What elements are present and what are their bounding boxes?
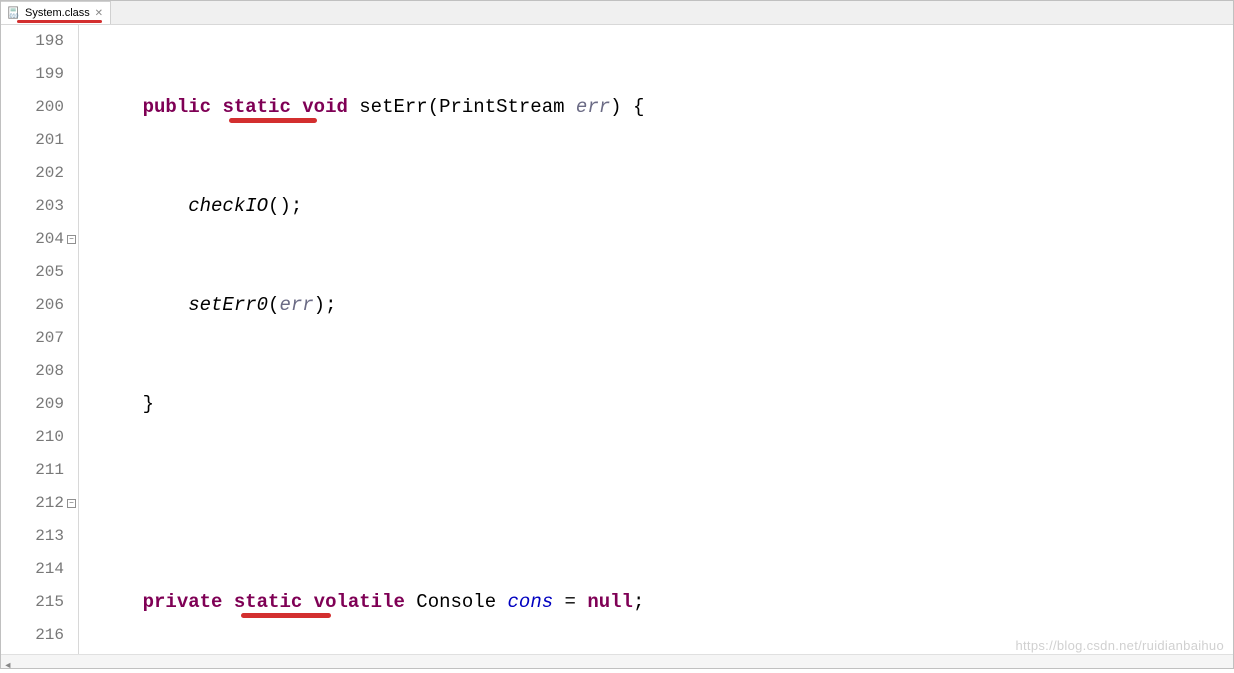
line-number-gutter: 198 199 200 201 202 203 204− 205 206 207…	[1, 25, 79, 654]
svg-text:010: 010	[10, 13, 19, 19]
class-file-icon: 010	[7, 6, 21, 20]
horizontal-scrollbar[interactable]: ◄	[1, 654, 1233, 668]
line-number: 204−	[1, 223, 64, 256]
line-number: 200	[1, 91, 64, 124]
line-number: 216	[1, 619, 64, 652]
code-line: private static volatile Console cons = n…	[97, 586, 1233, 619]
line-number: 209	[1, 388, 64, 421]
line-number: 210	[1, 421, 64, 454]
code-line: }	[97, 388, 1233, 421]
tab-filename: System.class	[25, 7, 90, 19]
code-editor[interactable]: 198 199 200 201 202 203 204− 205 206 207…	[1, 25, 1233, 654]
code-line: public static void setErr(PrintStream er…	[97, 91, 1233, 124]
fold-toggle-icon[interactable]: −	[67, 499, 76, 508]
line-number: 208	[1, 355, 64, 388]
annotation-underline-tab	[17, 20, 102, 23]
annotation-underline	[229, 118, 317, 123]
line-number: 205	[1, 256, 64, 289]
line-number: 198	[1, 25, 64, 58]
fold-toggle-icon[interactable]: −	[67, 235, 76, 244]
line-number: 199	[1, 58, 64, 91]
line-number: 202	[1, 157, 64, 190]
annotation-underline	[241, 613, 331, 618]
line-number: 206	[1, 289, 64, 322]
line-number: 203	[1, 190, 64, 223]
tab-close-icon[interactable]: ✕	[94, 8, 104, 18]
line-number: 211	[1, 454, 64, 487]
line-number: 215	[1, 586, 64, 619]
code-content[interactable]: public static void setErr(PrintStream er…	[79, 25, 1233, 654]
line-number: 213	[1, 520, 64, 553]
line-number: 207	[1, 322, 64, 355]
line-number: 214	[1, 553, 64, 586]
code-line	[97, 487, 1233, 520]
scroll-left-icon[interactable]: ◄	[1, 659, 15, 673]
code-line: checkIO();	[97, 190, 1233, 223]
editor-tab-bar: 010 System.class ✕	[1, 1, 1233, 25]
line-number: 212−	[1, 487, 64, 520]
line-number: 201	[1, 124, 64, 157]
editor-tab-system-class[interactable]: 010 System.class ✕	[1, 1, 111, 24]
code-line: setErr0(err);	[97, 289, 1233, 322]
